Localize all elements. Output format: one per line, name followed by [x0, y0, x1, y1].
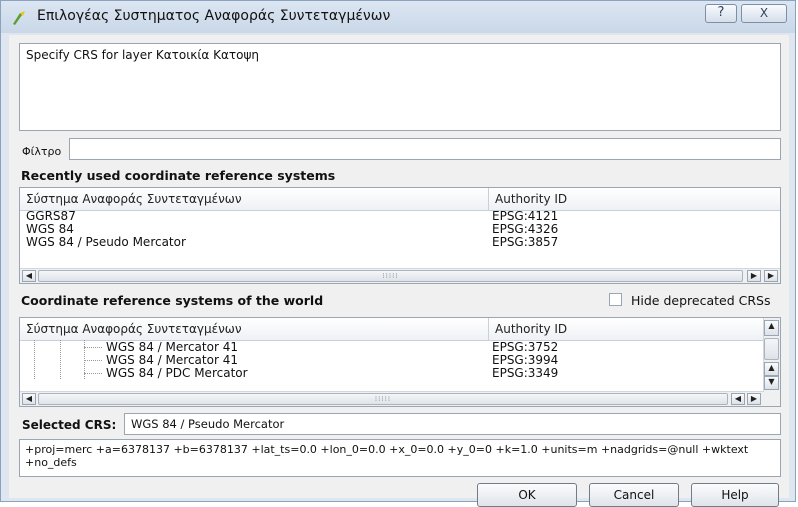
- scroll-left-icon[interactable]: ◀: [22, 393, 36, 405]
- horizontal-scrollbar[interactable]: ◀ ⁞⁞⁞⁞⁞ ◀ ▶: [20, 391, 764, 406]
- horizontal-scrollbar[interactable]: ◀ ⁞⁞⁞⁞⁞ ▶ ▶: [20, 268, 780, 283]
- ok-button[interactable]: OK: [477, 483, 577, 507]
- selected-crs-value: WGS 84 / Pseudo Mercator: [124, 413, 781, 435]
- world-crs-table: Σύστημα Αναφοράς Συντεταγμένων Authority…: [19, 317, 781, 407]
- recent-table-header: Σύστημα Αναφοράς Συντεταγμένων Authority…: [20, 188, 780, 211]
- crs-name: WGS 84 / PDC Mercator: [106, 366, 248, 380]
- title-bar[interactable]: Επιλογέας Συστηματος Αναφοράς Συντεταγμέ…: [1, 1, 795, 33]
- window-title: Επιλογέας Συστηματος Αναφοράς Συντεταγμέ…: [37, 8, 391, 24]
- proj-definition: +proj=merc +a=6378137 +b=6378137 +lat_ts…: [19, 439, 781, 477]
- world-table-header: Σύστημα Αναφοράς Συντεταγμένων Authority…: [20, 318, 764, 341]
- scroll-up-icon[interactable]: ▲: [764, 362, 779, 376]
- scroll-up-icon[interactable]: ▲: [764, 320, 779, 336]
- table-row[interactable]: GGRS87 EPSG:4121: [20, 210, 780, 223]
- scroll-left-icon[interactable]: ◀: [22, 270, 36, 282]
- crs-authority-id: EPSG:3857: [492, 235, 559, 249]
- close-icon[interactable]: X: [741, 4, 787, 23]
- scroll-thumb[interactable]: ⁞⁞⁞⁞⁞: [38, 393, 728, 405]
- column-header-authority-id[interactable]: Authority ID: [488, 188, 780, 210]
- scroll-down-icon[interactable]: ▼: [764, 376, 779, 390]
- qgis-icon: [13, 11, 25, 25]
- message-box: Specify CRS for layer Κατοικία Κατοψη: [19, 43, 781, 131]
- selected-crs-label: Selected CRS:: [22, 418, 117, 432]
- recent-crs-table: Σύστημα Αναφοράς Συντεταγμένων Authority…: [19, 187, 781, 284]
- vertical-scrollbar[interactable]: ▲ ▲ ▼: [763, 318, 780, 406]
- filter-input[interactable]: [69, 138, 781, 160]
- recent-crs-title: Recently used coordinate reference syste…: [21, 168, 336, 183]
- scroll-right-icon[interactable]: ▶: [764, 270, 778, 282]
- scroll-left-icon[interactable]: ◀: [731, 393, 745, 405]
- scroll-thumb[interactable]: [764, 338, 779, 360]
- crs-selector-dialog: Επιλογέας Συστηματος Αναφοράς Συντεταγμέ…: [0, 0, 796, 507]
- scroll-thumb[interactable]: ⁞⁞⁞⁞⁞: [38, 270, 743, 282]
- hide-deprecated-label[interactable]: Hide deprecated CRSs: [631, 293, 770, 308]
- table-row[interactable]: WGS 84 / PDC Mercator EPSG:3349: [20, 367, 764, 380]
- column-header-name[interactable]: Σύστημα Αναφοράς Συντεταγμένων: [20, 318, 488, 340]
- crs-name: WGS 84 / Pseudo Mercator: [26, 235, 186, 249]
- scroll-right-icon[interactable]: ▶: [747, 393, 761, 405]
- world-crs-title: Coordinate reference systems of the worl…: [21, 293, 324, 308]
- column-header-authority-id[interactable]: Authority ID: [488, 318, 764, 340]
- cancel-button[interactable]: Cancel: [589, 483, 679, 507]
- help-button[interactable]: Help: [691, 483, 779, 507]
- crs-authority-id: EPSG:3349: [492, 366, 559, 380]
- help-icon[interactable]: ?: [705, 4, 737, 23]
- table-row[interactable]: WGS 84 / Pseudo Mercator EPSG:3857: [20, 236, 780, 249]
- filter-label: Φίλτρο: [22, 145, 62, 158]
- hide-deprecated-checkbox[interactable]: [609, 293, 622, 306]
- dialog-body: Specify CRS for layer Κατοικία Κατοψη Φί…: [9, 35, 789, 507]
- column-header-name[interactable]: Σύστημα Αναφοράς Συντεταγμένων: [20, 188, 488, 210]
- scroll-right-icon[interactable]: ▶: [747, 270, 761, 282]
